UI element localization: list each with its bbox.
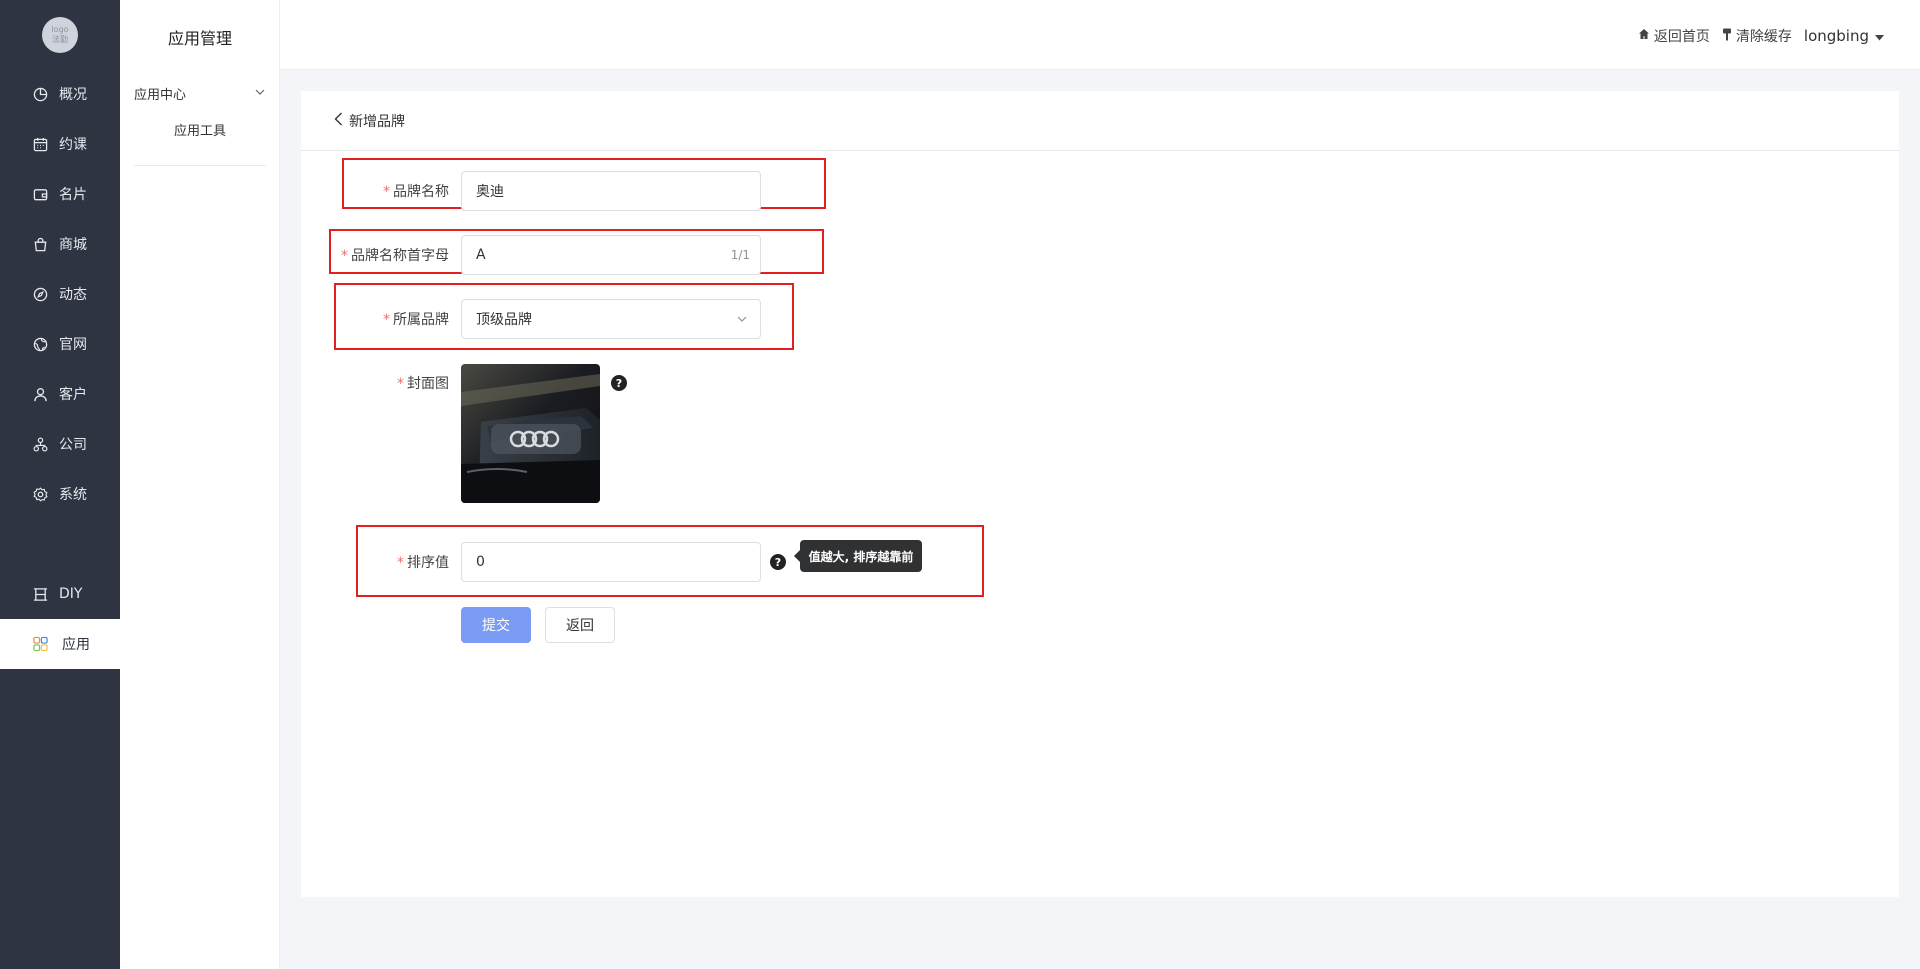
nav-item-label: 商城: [59, 237, 87, 253]
chevron-down-icon: [254, 86, 266, 102]
calendar-icon: [33, 137, 48, 152]
brand-name-label: * 品牌名称: [383, 184, 449, 200]
nav-item-feed[interactable]: 动态: [0, 269, 120, 319]
secondary-sidebar: 应用管理 应用中心 应用工具: [120, 0, 280, 969]
nav-item-apps[interactable]: 应用: [0, 619, 120, 669]
cover-label: * 封面图: [397, 376, 449, 392]
sort-input[interactable]: 0: [461, 542, 761, 582]
subnav-group-app-center[interactable]: 应用中心: [134, 84, 266, 104]
back-to-list-link[interactable]: 新增品牌: [334, 111, 405, 131]
chevron-down-icon: [736, 313, 748, 329]
submit-button[interactable]: 提交: [461, 607, 531, 643]
shopping-bag-icon: [33, 237, 48, 252]
brand-initial-value: A: [476, 247, 486, 263]
username: longbing: [1803, 27, 1869, 45]
caret-down-icon: [1875, 27, 1884, 45]
back-home-link[interactable]: 返回首页: [1638, 26, 1710, 46]
clear-cache-link[interactable]: 清除缓存: [1722, 26, 1792, 46]
char-count: 1/1: [730, 248, 750, 262]
sort-value: 0: [476, 554, 485, 570]
nav-item-card[interactable]: 名片: [0, 169, 120, 219]
compass-icon: [33, 287, 48, 302]
subnav-title: 应用管理: [167, 29, 232, 48]
home-icon: [1638, 28, 1650, 44]
app-logo[interactable]: logo 法勤: [42, 17, 78, 53]
subnav-item-app-tools[interactable]: 应用工具: [120, 120, 280, 139]
card-header: 新增品牌: [301, 91, 1899, 151]
globe-icon: [33, 337, 48, 352]
cover-image-upload[interactable]: [461, 364, 600, 503]
pie-chart-icon: [33, 87, 48, 102]
primary-sidebar: logo 法勤 概况 约课 名片 商城 动态 官网 客户 公司 系统 DIY 应…: [0, 0, 120, 969]
page-title: 新增品牌: [349, 114, 405, 130]
wallet-icon: [33, 187, 48, 202]
cover-image-thumbnail: [461, 364, 600, 503]
nav-item-label: 系统: [59, 487, 87, 503]
cover-help-icon[interactable]: ?: [611, 375, 627, 391]
sort-help-tooltip: 值越大, 排序越靠前: [794, 540, 922, 572]
brand-name-input[interactable]: 奥迪: [461, 171, 761, 211]
nav-item-diy[interactable]: DIY: [0, 569, 120, 619]
diy-icon: [33, 587, 48, 602]
chevron-left-icon: [334, 112, 343, 130]
org-chart-icon: [33, 437, 48, 452]
sort-label: * 排序值: [397, 555, 449, 571]
nav-item-label: 约课: [59, 137, 87, 153]
back-button[interactable]: 返回: [545, 607, 615, 643]
nav-item-mall[interactable]: 商城: [0, 219, 120, 269]
subnav-divider: [134, 165, 266, 166]
sort-help-icon[interactable]: ?: [770, 554, 786, 570]
gear-icon: [33, 486, 48, 502]
parent-brand-select[interactable]: 顶级品牌: [461, 299, 761, 339]
brush-icon: [1722, 28, 1732, 45]
parent-brand-label: * 所属品牌: [383, 312, 449, 328]
nav-item-course[interactable]: 约课: [0, 119, 120, 169]
content-card: 新增品牌 * 品牌名称 奥迪 * 品牌名称首字母 A 1/1 * 所属品牌 顶级品牌 …: [301, 91, 1899, 897]
nav-item-system[interactable]: 系统: [0, 469, 120, 519]
nav-item-label: 动态: [59, 287, 87, 303]
clear-cache-label: 清除缓存: [1735, 29, 1792, 45]
parent-brand-value: 顶级品牌: [476, 312, 532, 328]
nav-item-customer[interactable]: 客户: [0, 369, 120, 419]
apps-icon: [33, 636, 48, 652]
nav-item-label: 概况: [59, 87, 87, 103]
nav-item-company[interactable]: 公司: [0, 419, 120, 469]
brand-initial-input[interactable]: A 1/1: [461, 235, 761, 275]
subnav-group-label: 应用中心: [134, 88, 187, 103]
back-home-label: 返回首页: [1653, 29, 1710, 45]
nav-item-label: 应用: [62, 637, 90, 653]
nav-item-overview[interactable]: 概况: [0, 69, 120, 119]
nav-item-website[interactable]: 官网: [0, 319, 120, 369]
nav-item-label: DIY: [59, 586, 83, 602]
nav-item-label: 官网: [59, 337, 87, 353]
nav-item-label: 客户: [59, 387, 87, 403]
brand-initial-label: * 品牌名称首字母: [341, 248, 449, 264]
user-icon: [33, 387, 48, 402]
user-menu[interactable]: longbing: [1804, 27, 1884, 45]
nav-item-label: 公司: [59, 437, 87, 453]
top-header: 返回首页 清除缓存 longbing: [280, 0, 1920, 70]
brand-name-value: 奥迪: [476, 184, 504, 200]
nav-item-label: 名片: [59, 187, 87, 203]
